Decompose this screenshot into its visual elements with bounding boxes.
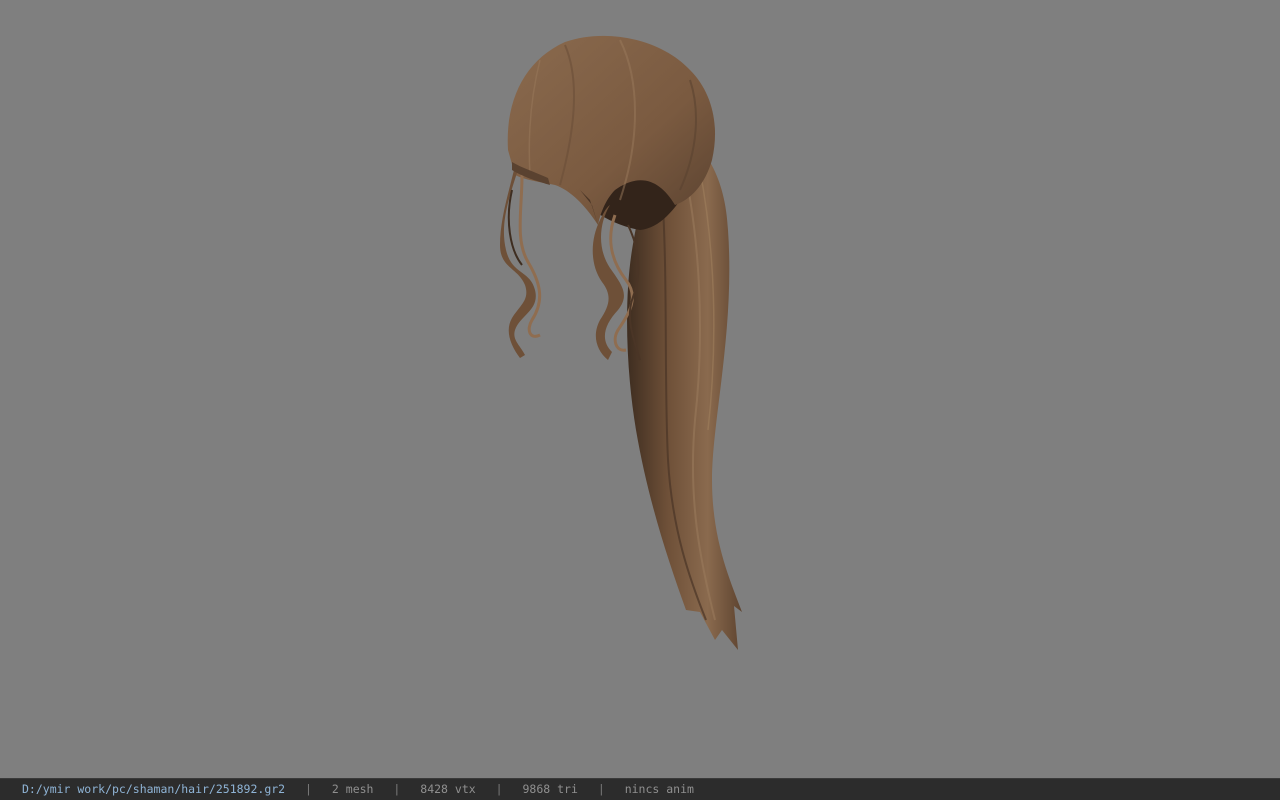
separator: | (393, 782, 401, 796)
3d-viewport[interactable] (0, 0, 1280, 778)
separator: | (597, 782, 605, 796)
triangle-count: 9868 tri (522, 782, 578, 796)
separator: | (305, 782, 312, 796)
left-curl (500, 170, 542, 358)
animation-status: nincs anim (624, 782, 694, 796)
file-path: D:/ymir work/pc/shaman/hair/251892.gr2 (22, 782, 286, 796)
separator: | (495, 782, 503, 796)
hair-model-icon (500, 35, 742, 650)
mesh-count: 2 mesh (331, 782, 374, 796)
vertex-count: 8428 vtx (420, 782, 476, 796)
status-bar: D:/ymir work/pc/shaman/hair/251892.gr2 |… (0, 778, 1280, 800)
